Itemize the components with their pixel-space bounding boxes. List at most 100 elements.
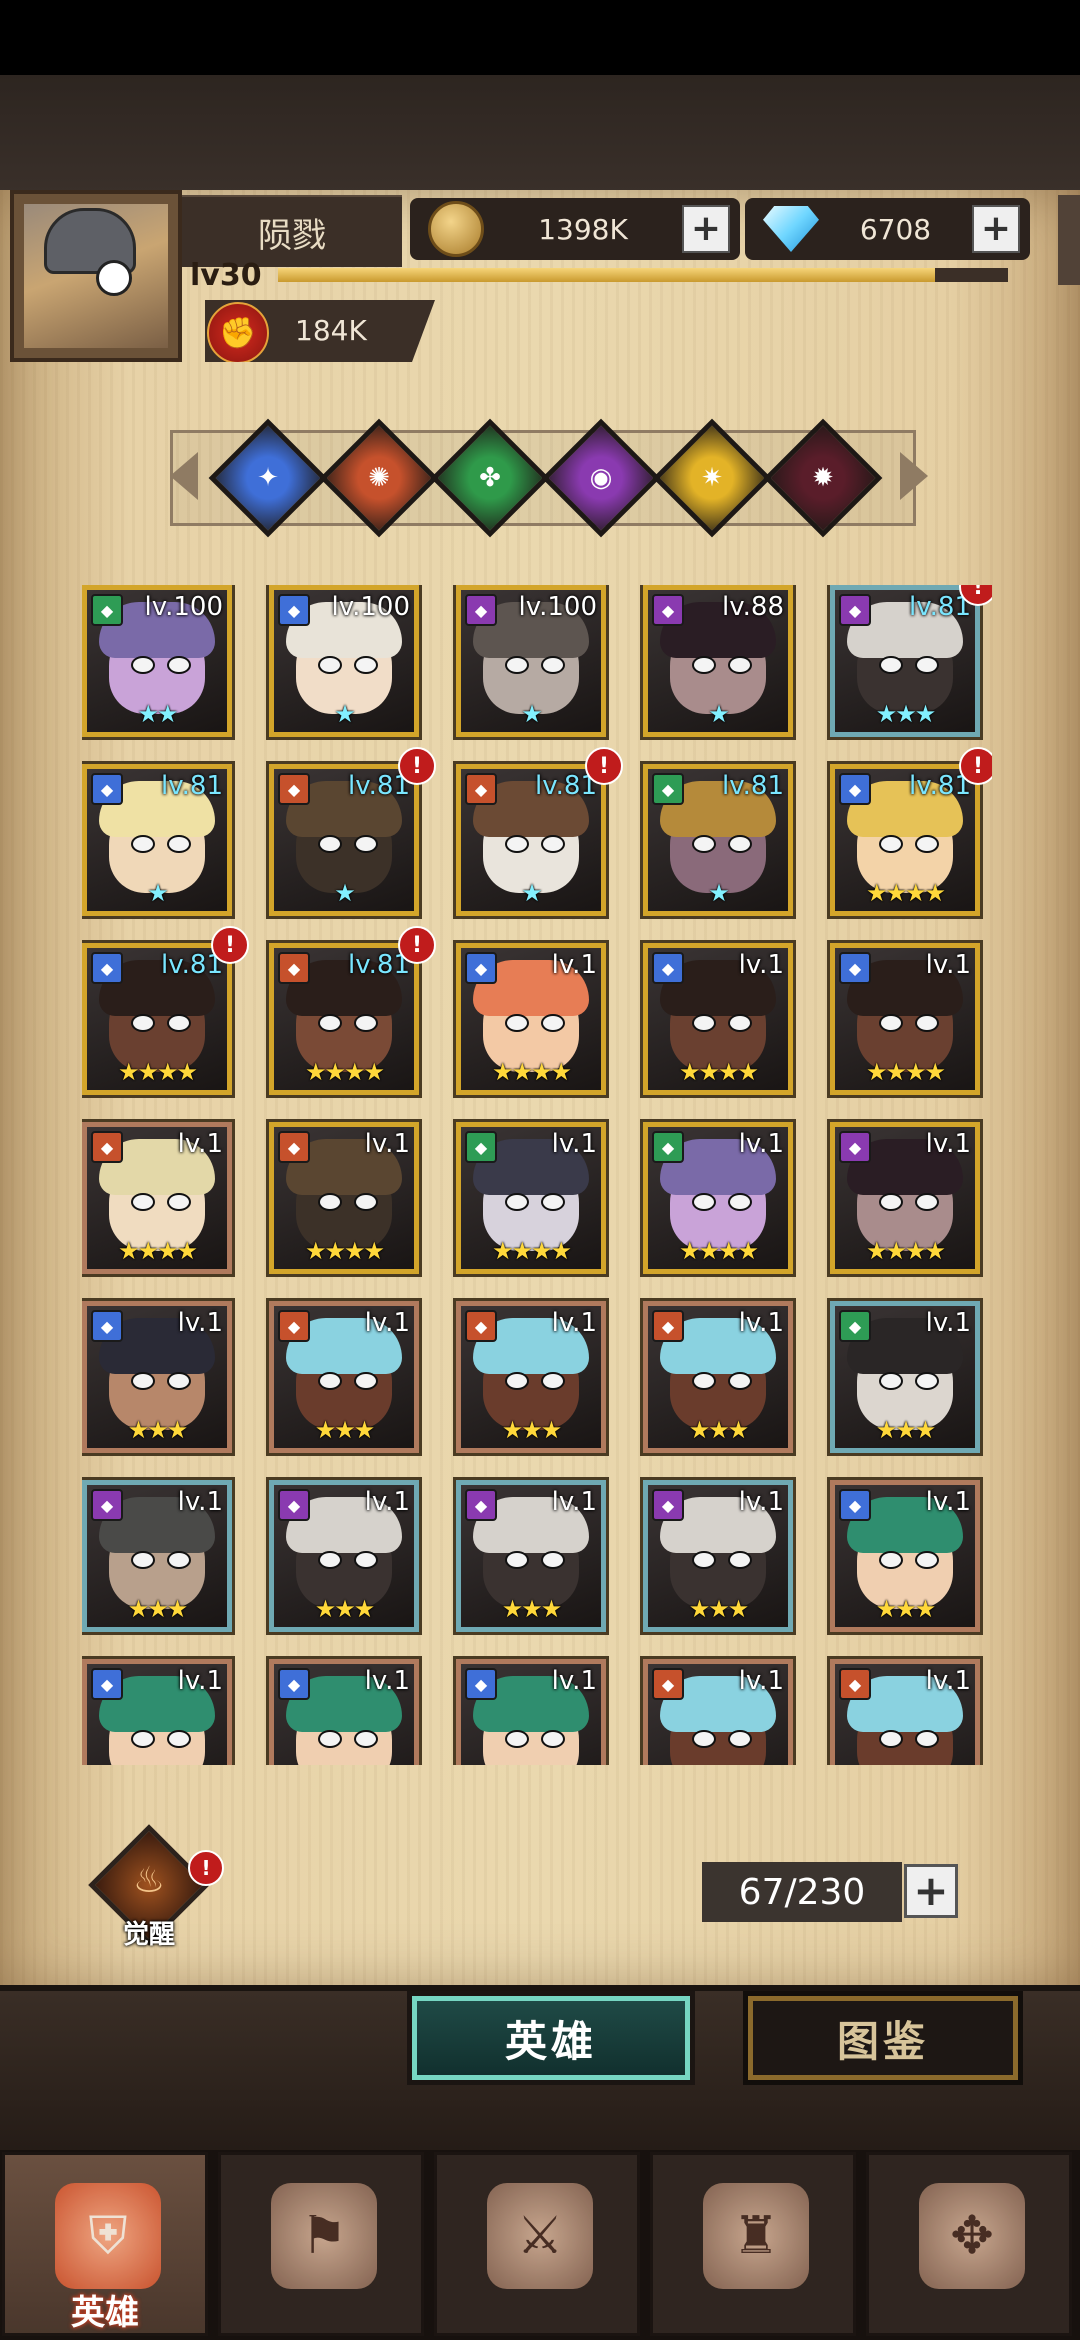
hero-eye xyxy=(505,835,529,853)
hero-stars: ★★★ xyxy=(875,1416,937,1444)
hero-card[interactable]: ◆ lv.1 ★★★★ xyxy=(269,1122,419,1274)
hero-card[interactable]: ◆ lv.100 ★ xyxy=(456,585,606,737)
hero-eye xyxy=(541,656,565,674)
nav-battle[interactable]: ⚔ xyxy=(434,2152,640,2336)
hero-card[interactable]: ◆ lv.1 ★★★★ xyxy=(643,1122,793,1274)
hero-level: lv.1 xyxy=(551,1308,597,1338)
hero-stars: ★★★★ xyxy=(304,1058,385,1086)
hero-alert-icon: ! xyxy=(959,747,992,785)
hero-card[interactable]: ◆ lv.81 ★★★! xyxy=(830,585,992,737)
hero-eye xyxy=(692,1551,716,1569)
hero-eye xyxy=(318,835,342,853)
hero-faction-icon: ◆ xyxy=(91,773,123,805)
hero-faction-icon: ◆ xyxy=(91,594,123,626)
hero-card[interactable]: ◆ lv.81 ★ xyxy=(82,764,232,916)
hero-card[interactable]: ◆ lv.1 xyxy=(643,1659,793,1765)
hero-level: lv.1 xyxy=(551,1129,597,1159)
hero-eye xyxy=(541,1193,565,1211)
nav-guild[interactable]: ✥ xyxy=(866,2152,1072,2336)
hero-eye xyxy=(692,1372,716,1390)
hero-stars: ★★★★ xyxy=(117,1237,198,1265)
hero-card[interactable]: ◆ lv.81 ★★★★! xyxy=(269,926,436,1095)
hero-card[interactable]: ◆ lv.100 ★★ xyxy=(82,585,232,737)
hero-card[interactable]: ◆ lv.81 ★! xyxy=(456,747,623,916)
hero-eye xyxy=(167,1193,191,1211)
hero-eye xyxy=(728,656,752,674)
hero-eye xyxy=(505,656,529,674)
hero-card[interactable]: ◆ lv.1 ★★★★ xyxy=(82,1122,232,1274)
hero-level: lv.1 xyxy=(364,1308,410,1338)
hero-stars: ★ xyxy=(521,700,543,728)
hero-eye xyxy=(879,656,903,674)
hero-card[interactable]: ◆ lv.1 ★★★ xyxy=(269,1301,419,1453)
hero-card[interactable]: ◆ lv.1 xyxy=(456,1659,606,1765)
tab-codex[interactable]: 图鉴 xyxy=(748,1996,1018,2080)
hero-eye xyxy=(354,1551,378,1569)
hero-eye xyxy=(728,1193,752,1211)
hero-stars: ★★★★ xyxy=(678,1058,759,1086)
expand-roster-button[interactable]: + xyxy=(904,1864,958,1918)
hero-faction-icon: ◆ xyxy=(465,1131,497,1163)
awaken-button[interactable]: ♨ 觉醒 ! xyxy=(88,1824,224,1950)
hero-faction-icon: ◆ xyxy=(839,952,871,984)
add-gold-button[interactable]: + xyxy=(682,205,730,253)
player-avatar[interactable] xyxy=(10,190,182,362)
hero-eye xyxy=(879,1014,903,1032)
hero-card[interactable]: ◆ lv.1 ★★★★ xyxy=(456,943,606,1095)
hero-stars: ★★★ xyxy=(127,1416,189,1444)
tab-heroes[interactable]: 英雄 xyxy=(412,1996,690,2080)
hero-eye xyxy=(915,1730,939,1748)
hero-card[interactable]: ◆ lv.1 ★★★ xyxy=(643,1301,793,1453)
header-edge xyxy=(1058,195,1080,285)
hero-eye xyxy=(728,1014,752,1032)
diamond-value: 6708 xyxy=(859,212,932,246)
hero-level: lv.1 xyxy=(738,950,784,980)
nav-heroes[interactable]: ⛨ 英雄 xyxy=(2,2152,208,2336)
hero-eye xyxy=(167,1730,191,1748)
add-diamond-button[interactable]: + xyxy=(972,205,1020,253)
hero-stars: ★★ xyxy=(137,700,178,728)
hero-eye xyxy=(167,1372,191,1390)
gold-value: 1398K xyxy=(538,212,628,246)
nav-adventure[interactable]: ⚑ xyxy=(218,2152,424,2336)
hero-stars: ★★★★ xyxy=(678,1237,759,1265)
hero-card[interactable]: ◆ lv.1 ★★★ xyxy=(456,1480,606,1632)
hero-eye xyxy=(541,1014,565,1032)
hero-level: lv.1 xyxy=(551,1487,597,1517)
hero-card[interactable]: ◆ lv.1 ★★★ xyxy=(643,1480,793,1632)
hero-card[interactable]: ◆ lv.1 ★★★★ xyxy=(830,1122,980,1274)
hero-card[interactable]: ◆ lv.100 ★ xyxy=(269,585,419,737)
hero-card[interactable]: ◆ lv.1 ★★★★ xyxy=(830,943,980,1095)
hero-faction-icon: ◆ xyxy=(839,1489,871,1521)
hero-card[interactable]: ◆ lv.1 ★★★ xyxy=(269,1480,419,1632)
hero-card[interactable]: ◆ lv.1 ★★★ xyxy=(456,1301,606,1453)
hero-level: lv.81 xyxy=(722,771,784,801)
hero-card[interactable]: ◆ lv.88 ★ xyxy=(643,585,793,737)
hero-card[interactable]: ◆ lv.1 ★★★ xyxy=(82,1301,232,1453)
gold-counter: 1398K + xyxy=(410,198,740,260)
hero-card[interactable]: ◆ lv.1 ★★★ xyxy=(830,1301,980,1453)
hero-card[interactable]: ◆ lv.1 ★★★★ xyxy=(456,1122,606,1274)
hero-stars: ★ xyxy=(708,700,730,728)
hero-card[interactable]: ◆ lv.81 ★ xyxy=(643,764,793,916)
faction-glyph: ◉ xyxy=(589,463,613,493)
hero-stars: ★★★★ xyxy=(304,1237,385,1265)
hero-faction-icon: ◆ xyxy=(652,773,684,805)
hero-faction-icon: ◆ xyxy=(91,1668,123,1700)
hero-card[interactable]: ◆ lv.1 xyxy=(269,1659,419,1765)
hero-card[interactable]: ◆ lv.81 ★★★★! xyxy=(830,747,992,916)
roster-count: 67/230 xyxy=(702,1862,902,1922)
hero-card[interactable]: ◆ lv.81 ★★★★! xyxy=(82,926,249,1095)
hero-card[interactable]: ◆ lv.1 xyxy=(830,1659,980,1765)
hero-card[interactable]: ◆ lv.1 ★★★ xyxy=(830,1480,980,1632)
combat-power-value: 184K xyxy=(295,314,367,347)
hero-card[interactable]: ◆ lv.1 ★★★ xyxy=(82,1480,232,1632)
hero-eye xyxy=(915,1551,939,1569)
hero-card[interactable]: ◆ lv.81 ★! xyxy=(269,747,436,916)
hero-card[interactable]: ◆ lv.1 xyxy=(82,1659,232,1765)
hero-eye xyxy=(167,1551,191,1569)
hero-card[interactable]: ◆ lv.1 ★★★★ xyxy=(643,943,793,1095)
hero-faction-icon: ◆ xyxy=(278,594,310,626)
nav-castle[interactable]: ♜ xyxy=(650,2152,856,2336)
hero-stars: ★★★ xyxy=(501,1595,563,1623)
